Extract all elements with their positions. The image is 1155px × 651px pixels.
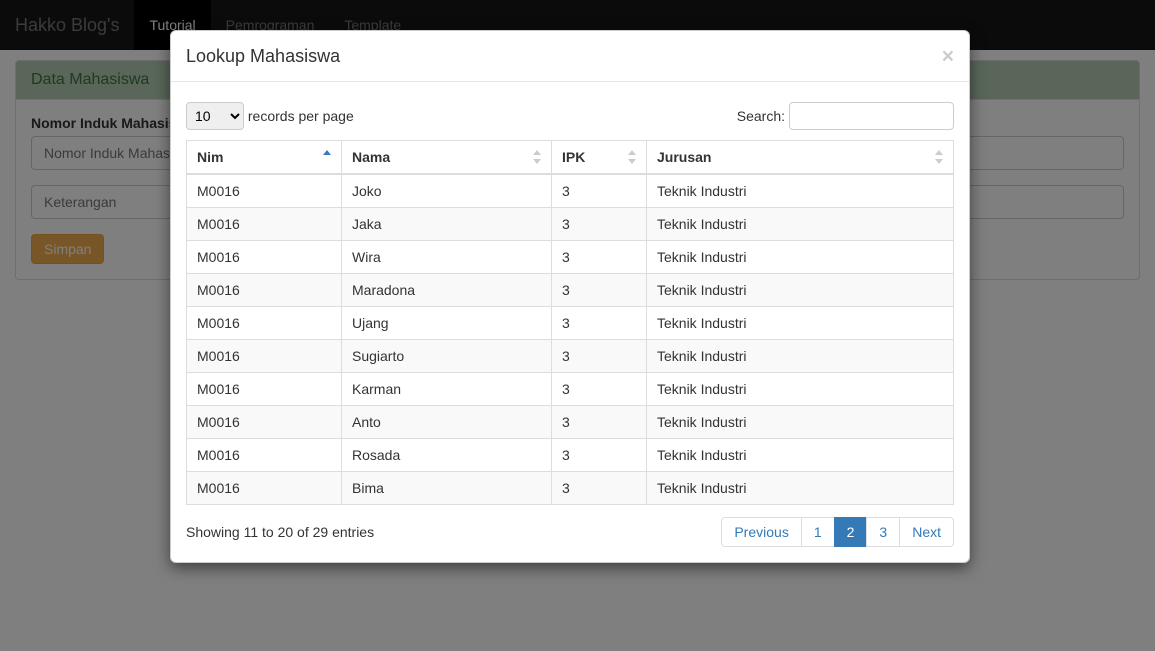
th-jurusan[interactable]: Jurusan xyxy=(647,141,954,175)
cell-jurusan: Teknik Industri xyxy=(647,439,954,472)
pagination-next[interactable]: Next xyxy=(899,517,954,547)
cell-nama: Jaka xyxy=(342,208,552,241)
table-row[interactable]: M0016Jaka3Teknik Industri xyxy=(187,208,954,241)
pagination-page-1[interactable]: 1 xyxy=(801,517,835,547)
cell-nama: Bima xyxy=(342,472,552,505)
cell-ipk: 3 xyxy=(552,439,647,472)
cell-ipk: 3 xyxy=(552,472,647,505)
sort-icon xyxy=(533,150,543,164)
cell-jurusan: Teknik Industri xyxy=(647,174,954,208)
cell-nama: Karman xyxy=(342,373,552,406)
th-ipk[interactable]: IPK xyxy=(552,141,647,175)
cell-nama: Maradona xyxy=(342,274,552,307)
cell-nim: M0016 xyxy=(187,208,342,241)
cell-nim: M0016 xyxy=(187,274,342,307)
cell-nama: Joko xyxy=(342,174,552,208)
cell-nim: M0016 xyxy=(187,174,342,208)
modal-header: Lookup Mahasiswa × xyxy=(171,31,969,82)
table-row[interactable]: M0016Rosada3Teknik Industri xyxy=(187,439,954,472)
cell-nim: M0016 xyxy=(187,307,342,340)
cell-nim: M0016 xyxy=(187,406,342,439)
cell-ipk: 3 xyxy=(552,406,647,439)
cell-jurusan: Teknik Industri xyxy=(647,406,954,439)
cell-nim: M0016 xyxy=(187,439,342,472)
cell-nama: Ujang xyxy=(342,307,552,340)
table-row[interactable]: M0016Maradona3Teknik Industri xyxy=(187,274,954,307)
modal-title: Lookup Mahasiswa xyxy=(186,46,340,67)
cell-ipk: 3 xyxy=(552,208,647,241)
sort-icon xyxy=(935,150,945,164)
search-label: Search: xyxy=(737,108,785,124)
cell-ipk: 3 xyxy=(552,340,647,373)
datatable-bottom: Showing 11 to 20 of 29 entries Previous1… xyxy=(186,517,954,547)
table-row[interactable]: M0016Bima3Teknik Industri xyxy=(187,472,954,505)
th-nim[interactable]: Nim xyxy=(187,141,342,175)
cell-nama: Wira xyxy=(342,241,552,274)
cell-ipk: 3 xyxy=(552,373,647,406)
sort-asc-icon xyxy=(323,150,333,164)
table-row[interactable]: M0016Karman3Teknik Industri xyxy=(187,373,954,406)
sort-icon xyxy=(628,150,638,164)
table-row[interactable]: M0016Ujang3Teknik Industri xyxy=(187,307,954,340)
cell-nim: M0016 xyxy=(187,241,342,274)
lookup-mahasiswa-modal: Lookup Mahasiswa × 10 records per page S… xyxy=(170,30,970,563)
pagination-page-3[interactable]: 3 xyxy=(866,517,900,547)
cell-jurusan: Teknik Industri xyxy=(647,340,954,373)
table-row[interactable]: M0016Anto3Teknik Industri xyxy=(187,406,954,439)
cell-ipk: 3 xyxy=(552,274,647,307)
cell-ipk: 3 xyxy=(552,241,647,274)
table-row[interactable]: M0016Sugiarto3Teknik Industri xyxy=(187,340,954,373)
search-group: Search: xyxy=(737,102,954,130)
cell-jurusan: Teknik Industri xyxy=(647,472,954,505)
pagination-previous[interactable]: Previous xyxy=(721,517,801,547)
datatable-top: 10 records per page Search: xyxy=(186,102,954,130)
table-row[interactable]: M0016Wira3Teknik Industri xyxy=(187,241,954,274)
cell-jurusan: Teknik Industri xyxy=(647,307,954,340)
cell-ipk: 3 xyxy=(552,174,647,208)
records-per-page-label: records per page xyxy=(248,108,354,124)
cell-nim: M0016 xyxy=(187,373,342,406)
pagination-page-2[interactable]: 2 xyxy=(834,517,868,547)
cell-jurusan: Teknik Industri xyxy=(647,373,954,406)
table-row[interactable]: M0016Joko3Teknik Industri xyxy=(187,174,954,208)
cell-nama: Anto xyxy=(342,406,552,439)
table-info: Showing 11 to 20 of 29 entries xyxy=(186,524,374,540)
cell-nim: M0016 xyxy=(187,340,342,373)
records-per-page-select[interactable]: 10 xyxy=(186,102,244,130)
mahasiswa-table: Nim Nama IPK Jurusan M0016Joko3Teknik In… xyxy=(186,140,954,505)
close-icon[interactable]: × xyxy=(942,46,954,67)
cell-nama: Rosada xyxy=(342,439,552,472)
cell-jurusan: Teknik Industri xyxy=(647,208,954,241)
pagination: Previous123Next xyxy=(721,517,954,547)
cell-jurusan: Teknik Industri xyxy=(647,241,954,274)
search-input[interactable] xyxy=(789,102,954,130)
modal-body: 10 records per page Search: Nim Nama IPK… xyxy=(171,82,969,562)
cell-jurusan: Teknik Industri xyxy=(647,274,954,307)
records-per-page: 10 records per page xyxy=(186,102,354,130)
cell-ipk: 3 xyxy=(552,307,647,340)
th-nama[interactable]: Nama xyxy=(342,141,552,175)
cell-nama: Sugiarto xyxy=(342,340,552,373)
table-body: M0016Joko3Teknik IndustriM0016Jaka3Tekni… xyxy=(187,174,954,505)
cell-nim: M0016 xyxy=(187,472,342,505)
